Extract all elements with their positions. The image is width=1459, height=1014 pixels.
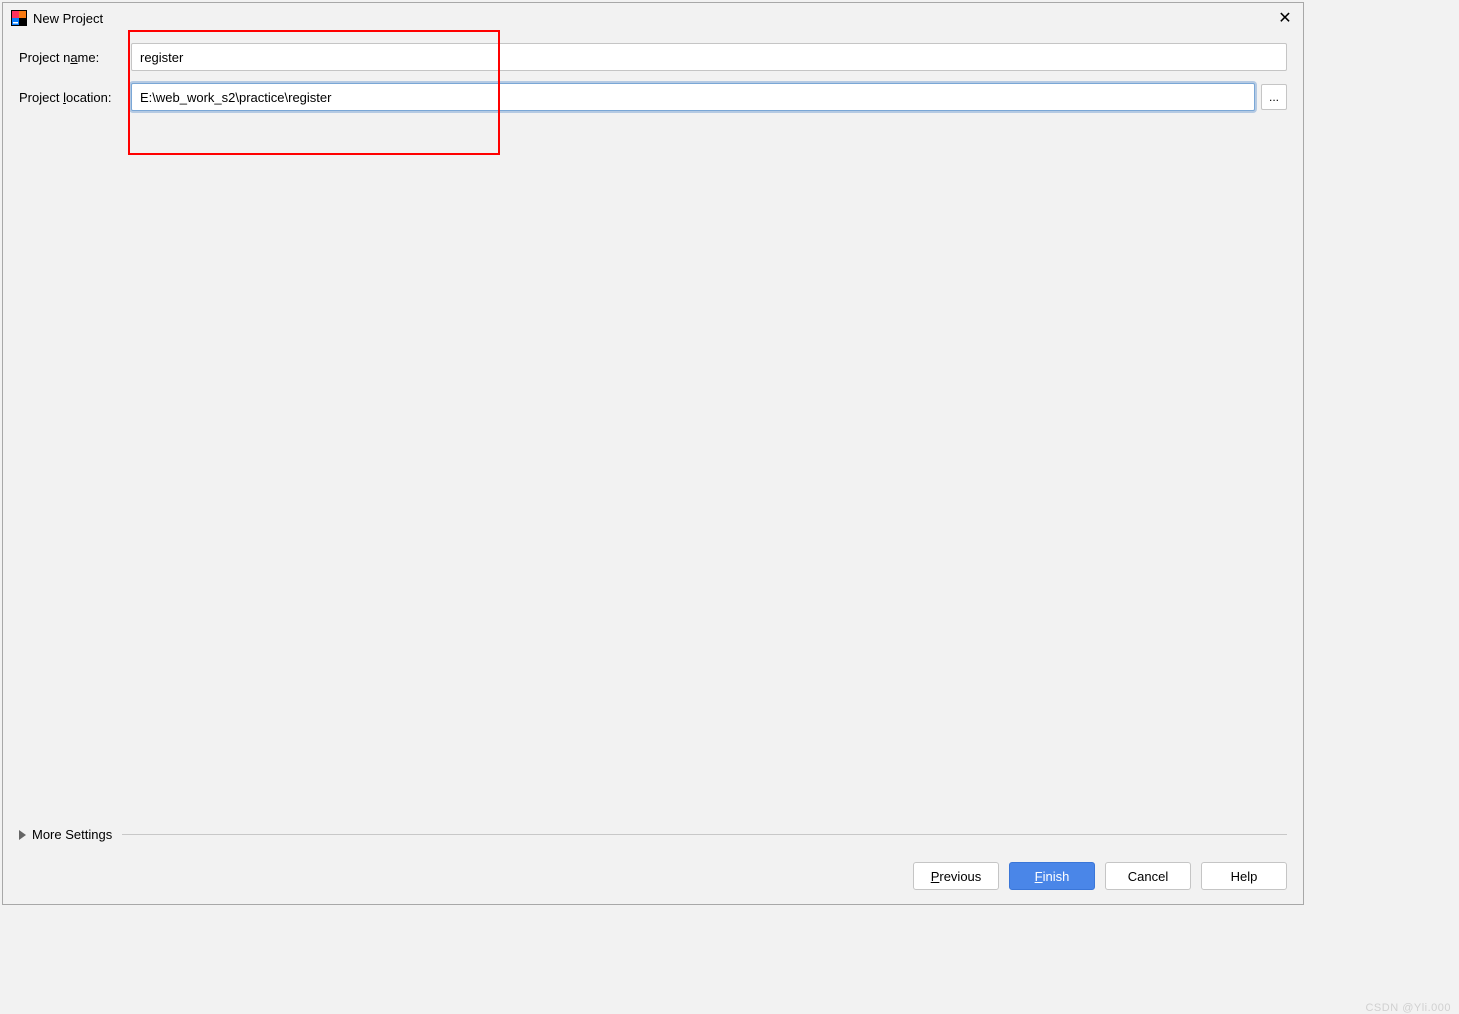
cancel-button[interactable]: Cancel [1105, 862, 1191, 890]
finish-rest: inish [1043, 869, 1070, 884]
more-settings-toggle[interactable]: More Settings [19, 827, 112, 842]
more-settings-label: More Settings [32, 827, 112, 842]
project-name-label: Project name: [19, 50, 131, 65]
project-location-label: Project location: [19, 90, 131, 105]
finish-button[interactable]: Finish [1009, 862, 1095, 890]
watermark-text: CSDN @Yli.000 [1365, 1002, 1451, 1014]
previous-button[interactable]: Previous [913, 862, 999, 890]
help-button[interactable]: Help [1201, 862, 1287, 890]
project-name-row: Project name: [19, 43, 1287, 71]
project-location-input[interactable] [131, 83, 1255, 111]
titlebar: New Project ✕ [3, 3, 1303, 33]
separator-line [122, 834, 1287, 835]
new-project-dialog: New Project ✕ Project name: Project loca… [2, 2, 1304, 905]
more-settings-row: More Settings [19, 827, 1287, 842]
button-bar: Previous Finish Cancel Help [19, 862, 1287, 890]
browse-button[interactable]: ... [1261, 84, 1287, 110]
window-title: New Project [33, 11, 103, 26]
previous-rest: revious [939, 869, 981, 884]
form-area: Project name: Project location: ... [3, 33, 1303, 111]
project-name-input[interactable] [131, 43, 1287, 71]
intellij-icon [11, 10, 27, 26]
close-icon[interactable]: ✕ [1273, 7, 1297, 29]
chevron-right-icon [19, 830, 26, 840]
project-location-row: Project location: ... [19, 83, 1287, 111]
